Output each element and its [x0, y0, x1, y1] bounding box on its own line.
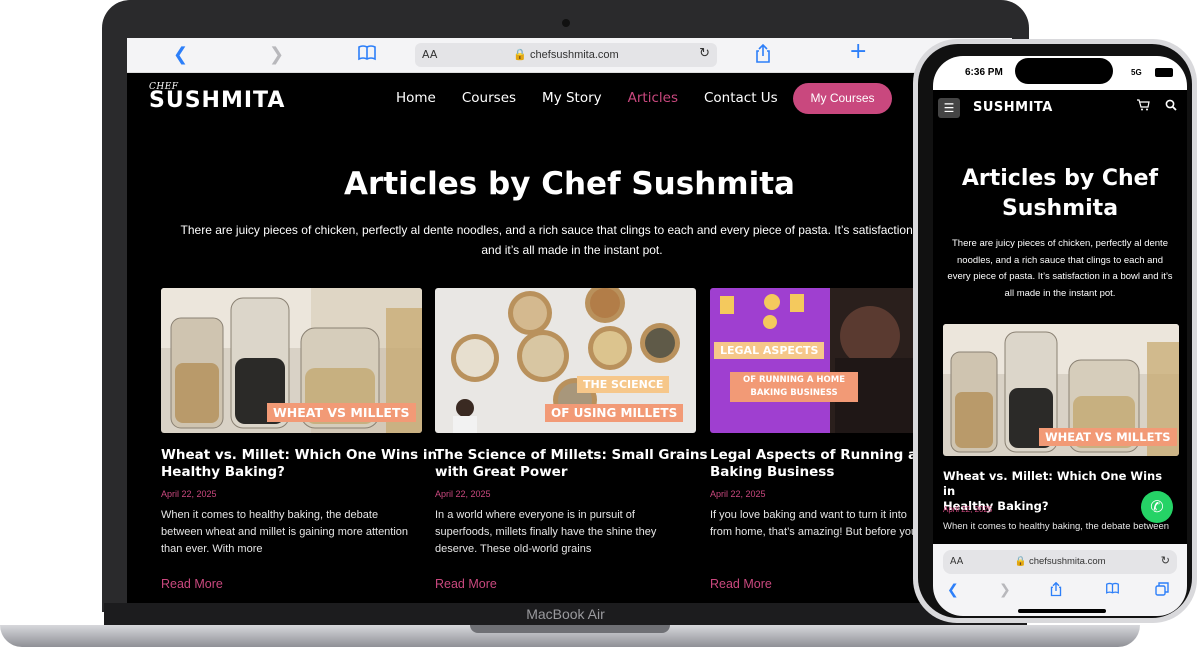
laptop-base: [0, 625, 1140, 647]
excerpt-line: In a world where everyone is in pursuit …: [435, 509, 635, 521]
laptop-screen: ❮ ❯ AA 🔒 chefsushmita.com ↻ + CHEF SUSHM…: [127, 38, 1012, 604]
reload-icon[interactable]: ↻: [699, 46, 710, 61]
site-logo[interactable]: CHEF SUSHMITA: [149, 82, 285, 112]
tabs-icon[interactable]: [1155, 582, 1169, 600]
article-date: April 22, 2025: [161, 489, 217, 499]
title-line: Wheat vs. Millet: Which One Wins in: [943, 469, 1163, 498]
cart-icon[interactable]: [1137, 99, 1150, 114]
page-title: Articles by Chef Sushmita: [933, 164, 1187, 224]
lock-icon: 🔒: [513, 49, 527, 61]
chevron-left-icon[interactable]: ❮: [173, 44, 188, 66]
article-date: April 22, 2025: [943, 505, 993, 514]
whatsapp-icon[interactable]: ✆: [1141, 491, 1173, 523]
reload-icon[interactable]: ↻: [1161, 554, 1170, 567]
article-excerpt: When it comes to healthy baking, the deb…: [943, 521, 1170, 532]
nav-contact-us[interactable]: Contact Us: [704, 90, 778, 106]
read-more-link[interactable]: Read More: [161, 577, 422, 591]
lock-icon: 🔒: [1014, 556, 1027, 567]
intro-line: and it’s all made in the instant pot.: [481, 243, 663, 257]
dynamic-island: [1015, 58, 1113, 84]
phone-screen: 6:36 PM 5G ☰ SUSHMITA Articles by Chef S…: [933, 56, 1187, 616]
phone-frame: 6:36 PM 5G ☰ SUSHMITA Articles by Chef S…: [913, 39, 1197, 623]
title-line: Articles by Chef: [961, 166, 1159, 191]
book-icon[interactable]: [1105, 582, 1120, 599]
article-image-jars[interactable]: WHEAT VS MILLETS: [943, 324, 1179, 456]
chevron-right-icon[interactable]: ❯: [269, 44, 284, 66]
device-label: MacBook Air: [526, 606, 605, 622]
home-indicator: [1018, 609, 1106, 613]
logo-name: SUSHMITA: [149, 88, 286, 113]
battery-icon: [1155, 68, 1173, 77]
image-caption: WHEAT VS MILLETS: [1039, 428, 1177, 446]
article-date: April 22, 2025: [435, 489, 491, 499]
article-excerpt: In a world where everyone is in pursuit …: [435, 507, 696, 567]
network-indicator: 5G: [1131, 68, 1142, 77]
hamburger-menu-icon[interactable]: ☰: [938, 98, 960, 118]
title-line: Wheat vs. Millet: Which One Wins in: [161, 447, 438, 463]
camera-dot: [562, 19, 570, 27]
title-line: Sushmita: [1001, 196, 1119, 221]
chevron-right-icon[interactable]: ❯: [999, 582, 1011, 598]
article-title[interactable]: The Science of Millets: Small Grains wit…: [435, 447, 708, 481]
main-nav: Home Courses My Story Articles Contact U…: [396, 90, 778, 106]
safari-toolbar: ❮ ❯ AA 🔒 chefsushmita.com ↻ +: [127, 38, 1012, 73]
read-more-link[interactable]: Read More: [435, 577, 696, 591]
article-excerpt: When it comes to healthy baking, the deb…: [161, 507, 422, 567]
nav-courses[interactable]: Courses: [462, 90, 516, 106]
safari-bottom-bar: AA 🔒 chefsushmita.com ↻ ❮ ❯: [933, 544, 1187, 616]
phone-body: 6:36 PM 5G ☰ SUSHMITA Articles by Chef S…: [918, 44, 1192, 618]
url-value: chefsushmita.com: [530, 49, 619, 61]
intro-line: all made in the instant pot.: [1004, 287, 1116, 299]
intro-line: There are juicy pieces of chicken, perfe…: [952, 238, 1168, 249]
article-title[interactable]: Wheat vs. Millet: Which One Wins in Heal…: [161, 447, 438, 481]
intro-text: There are juicy pieces of chicken, perfe…: [157, 220, 987, 260]
image-caption: OF USING MILLETS: [545, 404, 684, 422]
excerpt-line: than ever. With more: [161, 543, 263, 555]
article-image-bowls[interactable]: THE SCIENCE OF USING MILLETS: [435, 288, 696, 433]
excerpt-line: deserve. These old-world grains: [435, 543, 592, 555]
nav-home[interactable]: Home: [396, 90, 436, 106]
excerpt-line: superfoods, millets finally have the shi…: [435, 526, 657, 538]
url-value: chefsushmita.com: [1028, 556, 1106, 567]
book-icon[interactable]: [357, 44, 377, 68]
url-text: 🔒 chefsushmita.com: [943, 556, 1177, 567]
status-time: 6:36 PM: [965, 67, 1003, 78]
address-bar[interactable]: AA 🔒 chefsushmita.com ↻: [415, 43, 717, 67]
search-icon[interactable]: [1165, 99, 1177, 114]
article-image-jars[interactable]: WHEAT VS MILLETS: [161, 288, 422, 433]
url-text: 🔒 chefsushmita.com: [415, 48, 717, 61]
laptop-notch: [470, 625, 670, 633]
site-logo[interactable]: SUSHMITA: [973, 100, 1053, 115]
title-line: with Great Power: [435, 464, 568, 480]
intro-text: There are juicy pieces of chicken, perfe…: [943, 236, 1177, 302]
laptop-bottom-bezel: MacBook Air: [104, 603, 1027, 627]
image-caption: LEGAL ASPECTS: [714, 342, 825, 359]
intro-line: noodles, and a rich sauce that clings to…: [957, 254, 1163, 266]
title-line: The Science of Millets: Small Grains: [435, 447, 708, 463]
excerpt-line: When it comes to healthy baking, the deb…: [161, 509, 379, 521]
article-card[interactable]: WHEAT VS MILLETS Wheat vs. Millet: Which…: [161, 288, 438, 591]
share-icon[interactable]: [1050, 581, 1062, 601]
image-caption: WHEAT VS MILLETS: [267, 403, 416, 422]
excerpt-line: between wheat and millet is gaining more…: [161, 526, 409, 538]
plus-icon[interactable]: +: [849, 41, 867, 63]
chevron-left-icon[interactable]: ❮: [947, 582, 959, 598]
my-courses-button[interactable]: My Courses: [793, 83, 892, 114]
intro-line: every piece of pasta. It’s satisfaction …: [947, 271, 1173, 282]
share-icon[interactable]: [755, 43, 771, 70]
page-title: Articles by Chef Sushmita: [344, 166, 795, 202]
image-caption: OF RUNNING A HOME BAKING BUSINESS: [730, 372, 858, 402]
nav-my-story[interactable]: My Story: [542, 90, 602, 106]
intro-line: There are juicy pieces of chicken, perfe…: [180, 223, 964, 237]
title-line: Healthy Baking?: [161, 464, 285, 480]
address-bar[interactable]: AA 🔒 chefsushmita.com ↻: [943, 550, 1177, 574]
status-bar: 6:36 PM 5G: [933, 56, 1187, 90]
nav-articles[interactable]: Articles: [628, 90, 678, 106]
image-caption: THE SCIENCE: [577, 376, 670, 393]
article-card[interactable]: THE SCIENCE OF USING MILLETS The Science…: [435, 288, 708, 591]
